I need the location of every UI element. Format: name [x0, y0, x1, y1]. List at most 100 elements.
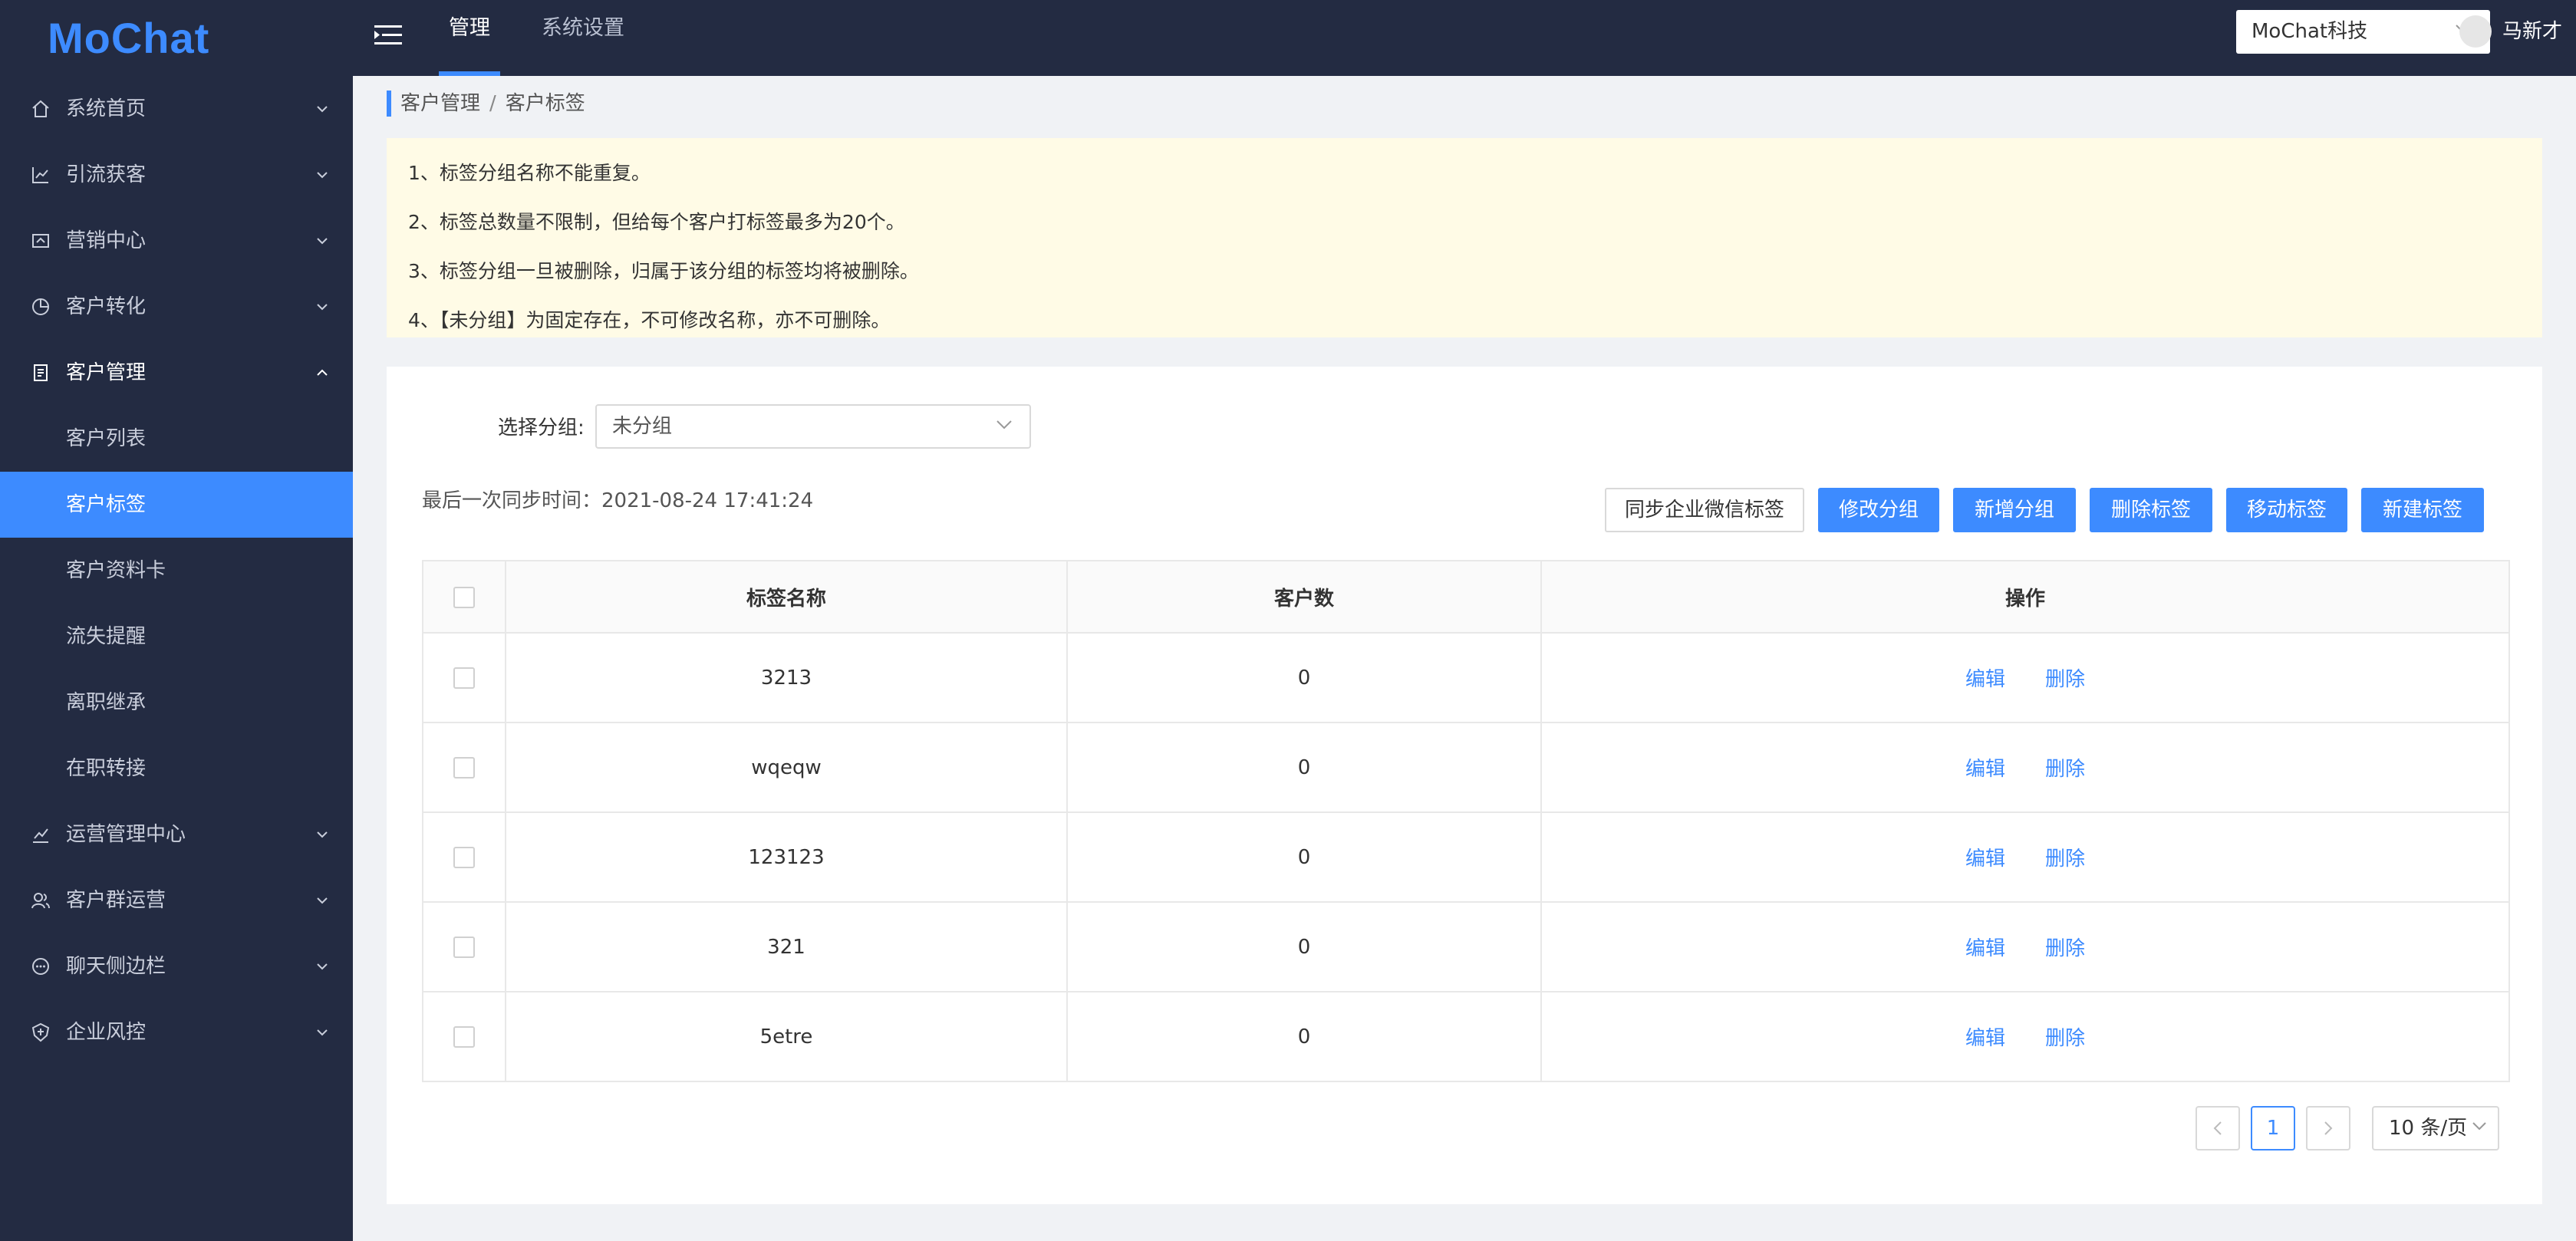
row-checkbox[interactable] — [453, 757, 475, 779]
sidebar-sub-customer-list[interactable]: 客户列表 — [0, 406, 353, 472]
sidebar-sub-resign-inherit[interactable]: 离职继承 — [0, 670, 353, 736]
breadcrumb-separator: / — [489, 92, 496, 115]
edit-link[interactable]: 编辑 — [1965, 758, 2005, 781]
sidebar-item-group-ops[interactable]: 客户群运营 — [0, 867, 353, 933]
menu-toggle-icon[interactable] — [371, 18, 405, 52]
delete-link[interactable]: 删除 — [2045, 848, 2085, 871]
edit-link[interactable]: 编辑 — [1965, 668, 2005, 691]
row-checkbox-cell — [423, 633, 506, 723]
row-checkbox[interactable] — [453, 1026, 475, 1048]
delete-link[interactable]: 删除 — [2045, 937, 2085, 960]
row-checkbox-cell — [423, 812, 506, 903]
group-select[interactable]: 未分组 — [595, 404, 1031, 449]
sidebar-item-label: 运营管理中心 — [66, 823, 186, 846]
delete-link[interactable]: 删除 — [2045, 668, 2085, 691]
chevron-down-icon — [317, 172, 328, 179]
sidebar-item-risk-control[interactable]: 企业风控 — [0, 999, 353, 1065]
column-header-tag-name: 标签名称 — [506, 561, 1068, 634]
sidebar-sub-customer-tags[interactable]: 客户标签 — [0, 472, 353, 538]
trend-icon — [33, 828, 48, 843]
sync-wechat-tags-button[interactable]: 同步企业微信标签 — [1605, 488, 1804, 532]
sidebar-item-label: 客户转化 — [66, 295, 147, 318]
chevron-down-icon — [317, 1029, 328, 1036]
chat-icon — [32, 958, 49, 975]
tag-name-cell: 5etre — [506, 992, 1068, 1082]
chart-line-icon — [32, 167, 48, 183]
delete-tags-button[interactable]: 删除标签 — [2090, 488, 2212, 532]
row-checkbox[interactable] — [453, 667, 475, 689]
sidebar-item-conversion[interactable]: 客户转化 — [0, 274, 353, 340]
sidebar-item-label: 客户管理 — [66, 361, 147, 384]
edit-link[interactable]: 编辑 — [1965, 848, 2005, 871]
chevron-left-icon — [2213, 1121, 2222, 1135]
add-group-button[interactable]: 新增分组 — [1953, 488, 2076, 532]
notice-line: 2、标签总数量不限制，但给每个客户打标签最多为20个。 — [408, 211, 905, 233]
page-size-select[interactable]: 10 条/页 — [2372, 1106, 2499, 1150]
sidebar-item-label: 引流获客 — [66, 163, 147, 186]
new-tag-button[interactable]: 新建标签 — [2361, 488, 2484, 532]
customer-count-cell: 0 — [1067, 902, 1542, 992]
group-select-value: 未分组 — [612, 415, 673, 438]
sidebar-item-traffic[interactable]: 引流获客 — [0, 142, 353, 208]
tab-manage[interactable]: 管理 — [439, 0, 500, 76]
prev-page-button[interactable] — [2196, 1106, 2240, 1150]
tag-name-cell: 3213 — [506, 633, 1068, 723]
row-checkbox-cell — [423, 992, 506, 1082]
table-row: wqeqw 0 编辑 删除 — [423, 723, 2510, 813]
sidebar-item-chat-sidebar[interactable]: 聊天侧边栏 — [0, 933, 353, 999]
delete-link[interactable]: 删除 — [2045, 1027, 2085, 1050]
actions-cell: 编辑 删除 — [1541, 992, 2510, 1082]
actions-cell: 编辑 删除 — [1541, 902, 2510, 992]
tag-name-cell: 321 — [506, 902, 1068, 992]
table-row: 3213 0 编辑 删除 — [423, 633, 2510, 723]
breadcrumb-parent[interactable]: 客户管理 — [400, 92, 480, 115]
page-number-button[interactable]: 1 — [2251, 1106, 2295, 1150]
chevron-down-icon — [317, 106, 328, 113]
sidebar-sub-customer-profile[interactable]: 客户资料卡 — [0, 538, 353, 604]
select-all-cell — [423, 561, 506, 634]
chevron-down-icon — [2472, 1122, 2486, 1131]
delete-link[interactable]: 删除 — [2045, 758, 2085, 781]
move-tags-button[interactable]: 移动标签 — [2226, 488, 2347, 532]
last-sync-time: 最后一次同步时间：2021-08-24 17:41:24 — [422, 489, 814, 512]
row-checkbox[interactable] — [453, 847, 475, 868]
sidebar-sub-churn-alert[interactable]: 流失提醒 — [0, 604, 353, 670]
tag-list-card: 选择分组: 未分组 最后一次同步时间：2021-08-24 17:41:24 同… — [387, 367, 2542, 1204]
actions-cell: 编辑 删除 — [1541, 812, 2510, 903]
select-all-checkbox[interactable] — [453, 586, 475, 608]
sidebar-sub-onjob-transfer[interactable]: 在职转接 — [0, 736, 353, 802]
chevron-down-icon — [317, 963, 328, 970]
username[interactable]: 马新才 — [2502, 15, 2562, 48]
sidebar-item-label: 营销中心 — [66, 229, 147, 252]
edit-group-button[interactable]: 修改分组 — [1818, 488, 1939, 532]
breadcrumb: 客户管理 / 客户标签 — [387, 89, 585, 118]
sidebar: 系统首页 引流获客 营销中心 客户转化 客户管理 客户列表 客户标签 客户资料卡… — [0, 76, 353, 1241]
chevron-right-icon — [2324, 1121, 2333, 1135]
row-checkbox[interactable] — [453, 937, 475, 958]
table-row: 123123 0 编辑 删除 — [423, 812, 2510, 903]
group-icon — [31, 893, 50, 909]
logo: MoChat — [48, 14, 210, 62]
sidebar-item-marketing[interactable]: 营销中心 — [0, 208, 353, 274]
row-checkbox-cell — [423, 902, 506, 992]
edit-link[interactable]: 编辑 — [1965, 1027, 2005, 1050]
customer-count-cell: 0 — [1067, 812, 1542, 903]
row-checkbox-cell — [423, 723, 506, 813]
breadcrumb-current: 客户标签 — [505, 92, 585, 115]
sidebar-item-customer-management[interactable]: 客户管理 — [0, 340, 353, 406]
column-header-customer-count: 客户数 — [1067, 561, 1542, 634]
table-header-row: 标签名称 客户数 操作 — [423, 561, 2510, 634]
table-row: 321 0 编辑 删除 — [423, 902, 2510, 992]
tag-name-cell: wqeqw — [506, 723, 1068, 813]
sidebar-item-operations[interactable]: 运营管理中心 — [0, 802, 353, 867]
edit-link[interactable]: 编辑 — [1965, 937, 2005, 960]
next-page-button[interactable] — [2306, 1106, 2350, 1150]
corp-select[interactable]: MoChat科技 — [2236, 10, 2490, 54]
sidebar-item-label: 聊天侧边栏 — [66, 955, 166, 978]
chevron-down-icon — [317, 831, 328, 838]
sidebar-item-home[interactable]: 系统首页 — [0, 76, 353, 142]
tag-table: 标签名称 客户数 操作 3213 0 编辑 删除 wqeqw 0 编辑 删除 123… — [422, 560, 2510, 1082]
avatar[interactable] — [2459, 15, 2492, 48]
tab-system-settings[interactable]: 系统设置 — [537, 0, 629, 76]
notice-line: 4、【未分组】为固定存在，不可修改名称，亦不可删除。 — [408, 309, 891, 331]
